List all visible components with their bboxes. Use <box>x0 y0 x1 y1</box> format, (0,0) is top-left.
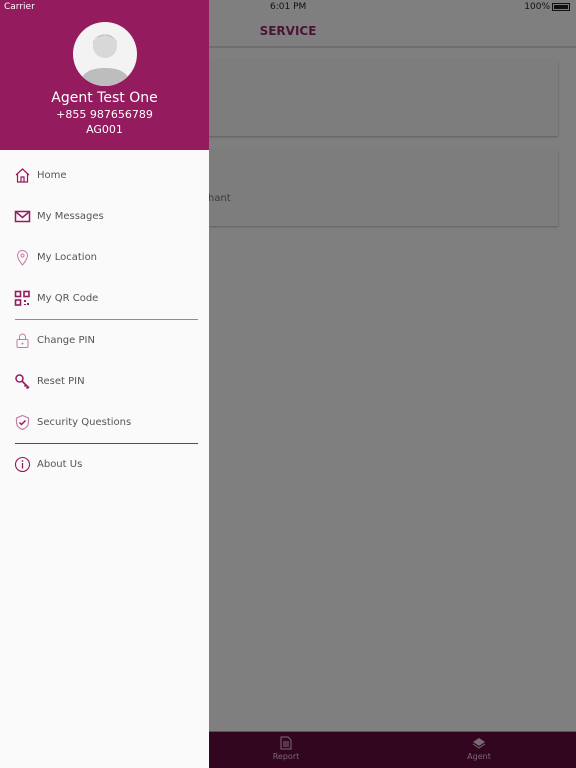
tab-agent[interactable]: Agent <box>439 736 519 761</box>
money-icon <box>472 738 486 749</box>
menu-label: Home <box>37 170 67 181</box>
profile-name: Agent Test One <box>51 90 158 106</box>
menu-label: Change PIN <box>37 335 95 346</box>
tab-report[interactable]: Report <box>246 736 326 761</box>
info-icon <box>14 456 31 473</box>
service-card[interactable]: hant <box>195 150 558 226</box>
profile-header: Agent Test One +855 987656789 AG001 <box>0 0 209 150</box>
profile-phone: +855 987656789 <box>56 108 153 121</box>
menu-label: My Location <box>37 252 98 263</box>
menu-item-location[interactable]: My Location <box>0 237 209 278</box>
service-card[interactable] <box>195 60 558 136</box>
menu-item-reset-pin[interactable]: Reset PIN <box>0 361 209 402</box>
shield-check-icon <box>15 414 30 431</box>
document-icon <box>280 736 292 750</box>
carrier-label: Carrier <box>4 2 35 12</box>
battery-icon <box>552 3 570 11</box>
lock-icon <box>16 333 29 348</box>
menu-item-change-pin[interactable]: Change PIN <box>0 320 209 361</box>
menu-item-home[interactable]: Home <box>0 155 209 196</box>
menu-label: Security Questions <box>37 417 132 428</box>
battery-percent: 100% <box>524 2 550 12</box>
menu-item-security-questions[interactable]: Security Questions <box>0 402 209 443</box>
key-icon <box>15 374 30 390</box>
menu-item-qr-code[interactable]: My QR Code <box>0 278 209 319</box>
side-drawer: Agent Test One +855 987656789 AG001 Home… <box>0 0 209 768</box>
drawer-menu: Home My Messages My Location My QR Code … <box>0 150 209 485</box>
clock: 6:01 PM <box>270 2 307 12</box>
battery: 100% <box>524 2 570 12</box>
tab-label: Report <box>272 752 300 761</box>
home-icon <box>15 168 30 183</box>
menu-label: About Us <box>37 459 83 470</box>
menu-label: My Messages <box>37 211 104 222</box>
location-pin-icon <box>16 250 29 266</box>
profile-code: AG001 <box>86 123 123 136</box>
avatar[interactable] <box>72 22 137 86</box>
tab-label: Agent <box>467 752 491 761</box>
menu-label: Reset PIN <box>37 376 85 387</box>
menu-item-about-us[interactable]: About Us <box>0 444 209 485</box>
mail-icon <box>14 210 31 223</box>
menu-label: My QR Code <box>37 293 99 304</box>
qr-code-icon <box>14 290 30 306</box>
menu-item-messages[interactable]: My Messages <box>0 196 209 237</box>
